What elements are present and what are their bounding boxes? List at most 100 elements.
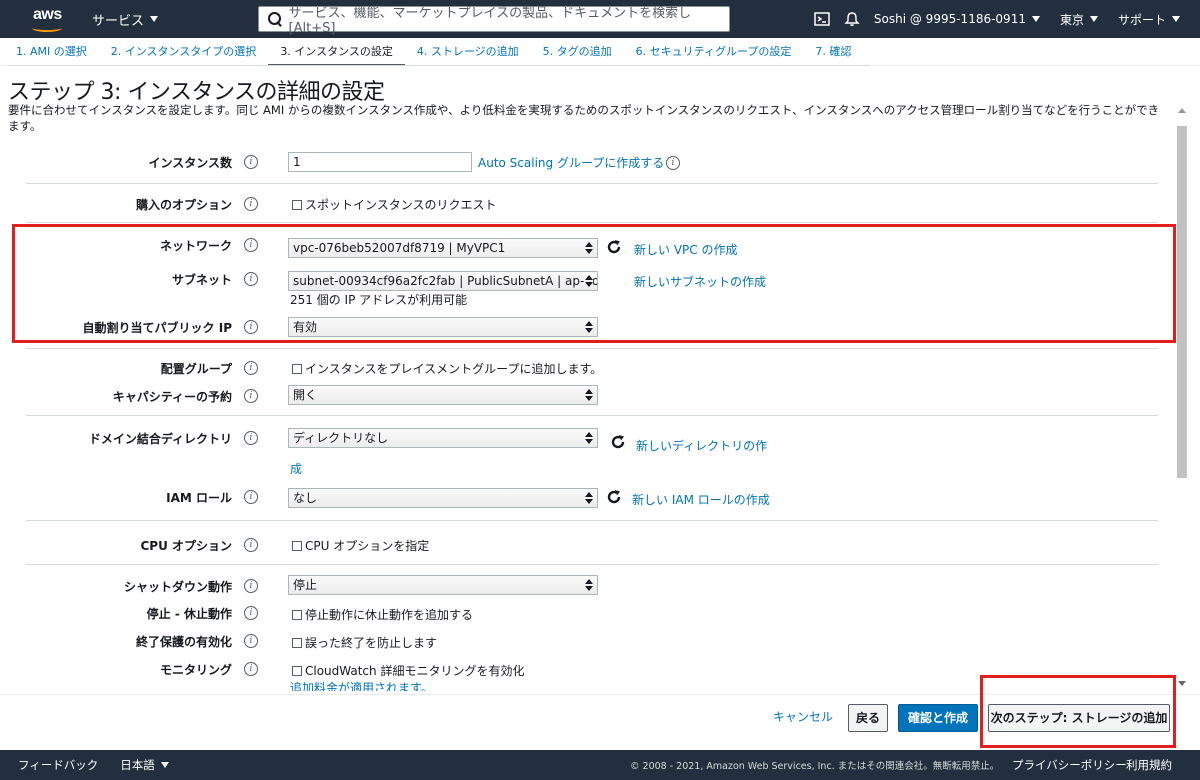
select-arrows-icon bbox=[585, 491, 593, 505]
info-icon[interactable]: i bbox=[244, 320, 258, 334]
shutdown-behavior-label: シャットダウン動作 bbox=[123, 580, 232, 594]
info-icon[interactable]: i bbox=[244, 155, 258, 169]
auto-scaling-link[interactable]: Auto Scaling グループに作成する bbox=[478, 154, 664, 171]
auto-public-ip-select[interactable]: 有効 bbox=[288, 317, 598, 337]
step-tab-configure-instance[interactable]: 3. インスタンスの設定 bbox=[268, 38, 405, 66]
stop-hibernate-checkbox[interactable]: 停止動作に休止動作を追加する bbox=[292, 606, 473, 623]
aws-smile-icon bbox=[32, 24, 62, 32]
scrollbar-thumb[interactable] bbox=[1177, 126, 1187, 478]
terms-link[interactable]: 利用規約 bbox=[1126, 757, 1172, 773]
info-icon[interactable]: i bbox=[244, 538, 258, 552]
refresh-icon[interactable] bbox=[610, 434, 626, 450]
cpu-options-checkbox[interactable]: CPU オプションを指定 bbox=[292, 537, 429, 554]
privacy-link[interactable]: プライバシーポリシー bbox=[1012, 757, 1127, 773]
spot-request-label: スポットインスタンスのリクエスト bbox=[305, 198, 497, 212]
info-icon[interactable]: i bbox=[244, 361, 258, 375]
top-navigation: aws サービス サービス、機能、マーケットプレイスの製品、ドキュメントを検索し… bbox=[0, 0, 1200, 38]
info-icon[interactable]: i bbox=[244, 579, 258, 593]
step-tab-tags[interactable]: 5. タグの追加 bbox=[531, 38, 624, 66]
row-divider bbox=[26, 183, 1158, 184]
feedback-link[interactable]: フィードバック bbox=[18, 757, 98, 773]
row-divider bbox=[26, 415, 1158, 416]
create-directory-link[interactable]: 新しいディレクトリの作 bbox=[636, 437, 767, 454]
footer: フィードバック 日本語 © 2008 - 2021, Amazon Web Se… bbox=[0, 750, 1200, 780]
monitoring-checkbox[interactable]: CloudWatch 詳細モニタリングを有効化 bbox=[292, 662, 524, 679]
info-icon[interactable]: i bbox=[244, 490, 258, 504]
info-icon[interactable]: i bbox=[244, 662, 258, 676]
create-directory-link-wrap[interactable]: 成 bbox=[290, 460, 302, 477]
capacity-reservation-select[interactable]: 開く bbox=[288, 385, 598, 405]
checkbox-box[interactable] bbox=[292, 364, 302, 374]
checkbox-box[interactable] bbox=[292, 666, 302, 676]
monitoring-label: モニタリング bbox=[159, 663, 232, 677]
region-menu[interactable]: 東京 bbox=[1060, 11, 1098, 28]
checkbox-box[interactable] bbox=[292, 638, 302, 648]
step-tab-ami[interactable]: 1. AMI の選択 bbox=[4, 38, 99, 66]
language-menu[interactable]: 日本語 bbox=[120, 757, 169, 773]
instance-count-label: インスタンス数 bbox=[148, 156, 232, 170]
placement-group-checkbox[interactable]: インスタンスをプレイスメントグループに追加します。 bbox=[292, 360, 602, 377]
instance-count-input[interactable]: 1 bbox=[288, 152, 472, 172]
cpu-options-label: CPU オプション bbox=[140, 539, 232, 553]
create-subnet-link[interactable]: 新しいサブネットの作成 bbox=[634, 273, 766, 290]
termination-protection-checkbox-label: 誤った終了を防止します bbox=[305, 636, 438, 650]
step-tab-storage[interactable]: 4. ストレージの追加 bbox=[405, 38, 531, 66]
cloudshell-icon[interactable] bbox=[814, 11, 830, 27]
search-input[interactable]: サービス、機能、マーケットプレイスの製品、ドキュメントを検索し [Alt+S] bbox=[258, 6, 730, 36]
iam-role-value: なし bbox=[293, 491, 318, 505]
spot-request-checkbox[interactable]: スポットインスタンスのリクエスト bbox=[292, 196, 497, 213]
refresh-icon[interactable] bbox=[606, 489, 622, 505]
bell-icon[interactable] bbox=[844, 11, 860, 27]
create-vpc-link[interactable]: 新しい VPC の作成 bbox=[634, 241, 737, 258]
account-menu[interactable]: Soshi @ 9995-1186-0911 bbox=[874, 12, 1040, 26]
step-tab-review[interactable]: 7. 確認 bbox=[803, 38, 863, 66]
subnet-label: サブネット bbox=[171, 273, 232, 287]
info-icon[interactable]: i bbox=[244, 389, 258, 403]
subnet-select[interactable]: subnet-00934cf96a2fc2fab | PublicSubnetA… bbox=[288, 271, 598, 291]
checkbox-box[interactable] bbox=[292, 610, 302, 620]
search-placeholder: サービス、機能、マーケットプレイスの製品、ドキュメントを検索し [Alt+S] bbox=[288, 6, 692, 36]
iam-role-select[interactable]: なし bbox=[288, 488, 598, 508]
cancel-button[interactable]: キャンセル bbox=[768, 704, 838, 732]
row-divider bbox=[26, 564, 1158, 565]
scroll-up-icon[interactable] bbox=[1178, 108, 1186, 113]
step-tab-security-group[interactable]: 6. セキュリティグループの設定 bbox=[624, 38, 804, 66]
info-icon[interactable]: i bbox=[244, 238, 258, 252]
services-menu[interactable]: サービス bbox=[92, 10, 159, 29]
scroll-down-icon[interactable] bbox=[1178, 681, 1186, 686]
network-select[interactable]: vpc-076beb52007df8719 | MyVPC1 bbox=[288, 238, 598, 258]
checkbox-box[interactable] bbox=[292, 541, 302, 551]
iam-role-label: IAM ロール bbox=[166, 491, 232, 505]
additional-charges-note[interactable]: 追加料金が適用されます。 bbox=[290, 679, 433, 691]
back-button[interactable]: 戻る bbox=[848, 704, 888, 732]
aws-logo[interactable]: aws bbox=[30, 4, 70, 34]
services-label: サービス bbox=[92, 13, 145, 29]
purchase-option-label: 購入のオプション bbox=[135, 198, 232, 212]
support-menu[interactable]: サポート bbox=[1118, 11, 1180, 28]
domain-join-select[interactable]: ディレクトリなし bbox=[288, 428, 598, 448]
step-tab-instance-type[interactable]: 2. インスタンスタイプの選択 bbox=[99, 38, 269, 66]
info-icon[interactable]: i bbox=[244, 431, 258, 445]
network-label: ネットワーク bbox=[159, 239, 232, 253]
info-icon[interactable]: i bbox=[244, 634, 258, 648]
select-arrows-icon bbox=[585, 241, 593, 255]
info-icon[interactable]: i bbox=[666, 156, 680, 170]
capacity-reservation-value: 開く bbox=[293, 388, 318, 402]
row-divider bbox=[26, 348, 1158, 349]
refresh-icon[interactable] bbox=[606, 239, 622, 255]
termination-protection-checkbox[interactable]: 誤った終了を防止します bbox=[292, 634, 437, 651]
info-icon[interactable]: i bbox=[244, 197, 258, 211]
language-label: 日本語 bbox=[120, 758, 155, 772]
cpu-options-checkbox-label: CPU オプションを指定 bbox=[305, 539, 430, 553]
info-icon[interactable]: i bbox=[244, 272, 258, 286]
wizard-steps: 1. AMI の選択 2. インスタンスタイプの選択 3. インスタンスの設定 … bbox=[0, 38, 1200, 66]
auto-public-ip-label: 自動割り当てパブリック IP bbox=[82, 321, 232, 335]
caret-down-icon bbox=[150, 16, 159, 22]
info-icon[interactable]: i bbox=[244, 606, 258, 620]
steps-divider bbox=[8, 65, 870, 66]
shutdown-behavior-select[interactable]: 停止 bbox=[288, 575, 598, 595]
review-and-launch-button[interactable]: 確認と作成 bbox=[898, 704, 978, 732]
checkbox-box[interactable] bbox=[292, 200, 302, 210]
scrollbar[interactable] bbox=[1176, 104, 1188, 690]
create-iam-role-link[interactable]: 新しい IAM ロールの作成 bbox=[632, 491, 770, 508]
